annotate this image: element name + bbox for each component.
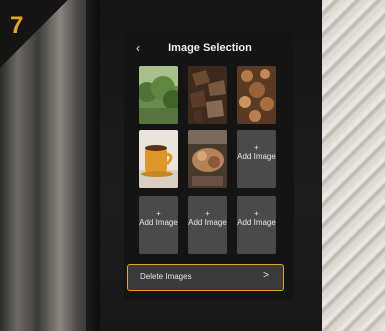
plus-icon: + xyxy=(254,209,259,218)
image-tile-food[interactable] xyxy=(188,130,227,188)
food-image xyxy=(188,130,227,188)
chevron-right-icon: > xyxy=(263,270,269,281)
chocolate-image xyxy=(188,66,227,124)
add-image-label: Add Image xyxy=(139,218,178,227)
step-number: 7 xyxy=(10,12,24,39)
add-image-label: Add Image xyxy=(237,152,276,161)
screen-title: Image Selection xyxy=(168,42,252,54)
photo-frame: 7 ‹ Image Selection + Add Image + Add Im… xyxy=(0,0,385,331)
add-image-label: Add Image xyxy=(237,218,276,227)
delete-images-button[interactable]: Delete Images > xyxy=(127,264,284,291)
wall-panel xyxy=(322,0,385,331)
add-image-tile[interactable]: + Add Image xyxy=(139,196,178,254)
image-tile-chocolate[interactable] xyxy=(188,66,227,124)
add-image-label: Add Image xyxy=(188,218,227,227)
image-tile-forest[interactable] xyxy=(139,66,178,124)
forest-image xyxy=(139,66,178,124)
coffee-image xyxy=(139,130,178,188)
plus-icon: + xyxy=(254,143,259,152)
add-image-tile[interactable]: + Add Image xyxy=(188,196,227,254)
plus-icon: + xyxy=(156,209,161,218)
plus-icon: + xyxy=(205,209,210,218)
image-tile-coffee[interactable] xyxy=(139,130,178,188)
chevron-left-icon[interactable]: ‹ xyxy=(131,41,145,55)
add-image-tile[interactable]: + Add Image xyxy=(237,196,276,254)
add-image-tile[interactable]: + Add Image xyxy=(237,130,276,188)
delete-images-label: Delete Images xyxy=(140,272,192,281)
appliance-edge xyxy=(86,0,100,331)
image-tile-cookies[interactable] xyxy=(237,66,276,124)
cookies-image xyxy=(237,66,276,124)
